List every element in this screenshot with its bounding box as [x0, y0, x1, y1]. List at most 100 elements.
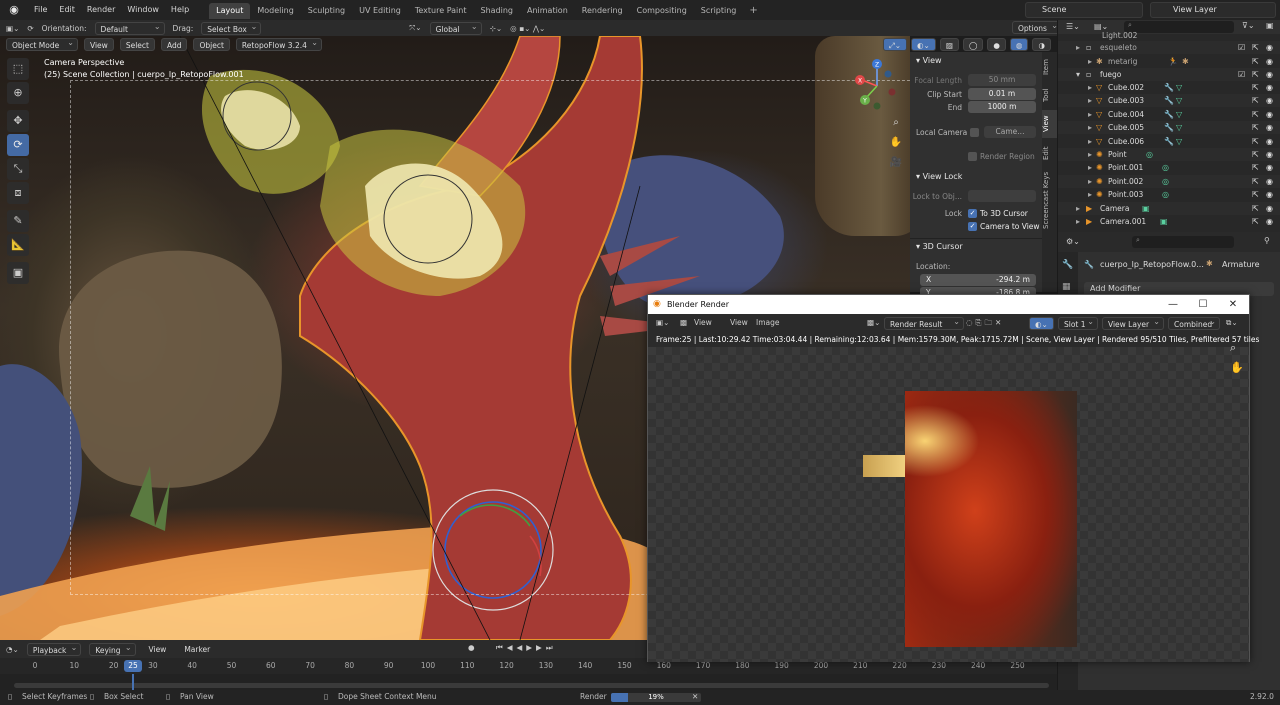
select-toggle-icon[interactable]: ⇱ — [1252, 148, 1259, 161]
menu-window[interactable]: Window — [121, 0, 165, 20]
outliner-row-esqueleto[interactable]: ▸ ▫ esqueleto ☑ ⇱ ◉ — [1058, 41, 1280, 54]
expand-arrow-icon[interactable]: ▸ — [1088, 135, 1092, 148]
image-editor-type-icon[interactable]: ▣⌄ — [656, 318, 669, 327]
workspace-tab-compositing[interactable]: Compositing — [630, 3, 694, 19]
navigation-gizmo[interactable]: Z X Y — [852, 58, 902, 110]
visibility-eye-icon[interactable]: ◉ — [1266, 175, 1273, 188]
render-view-menu[interactable]: View — [694, 318, 712, 327]
visibility-eye-icon[interactable]: ◉ — [1266, 135, 1273, 148]
transform-pivot-icon[interactable]: ⤧⌄ — [409, 23, 421, 33]
view-menu[interactable]: View — [730, 318, 748, 327]
measure-tool-icon[interactable]: 📐 — [7, 234, 29, 256]
image-actions-icon[interactable]: ◌⎘🗀✕ — [966, 317, 1004, 330]
annotate-tool-icon[interactable]: ✎ — [7, 210, 29, 232]
add-cube-tool-icon[interactable]: ▣ — [7, 262, 29, 284]
render-region-checkbox[interactable] — [968, 152, 977, 161]
retopoflow-menu[interactable]: RetopoFlow 3.2.4 — [235, 36, 322, 51]
visibility-eye-icon[interactable]: ◉ — [1266, 161, 1273, 174]
local-camera-field[interactable]: Came... — [984, 126, 1036, 138]
to-3d-cursor-checkbox[interactable]: ✓ — [968, 209, 977, 218]
mode-dropdown[interactable]: Object Mode — [6, 36, 78, 51]
select-toggle-icon[interactable]: ⇱ — [1252, 55, 1259, 68]
select-box-tool-icon[interactable]: ⬚ — [7, 58, 29, 80]
outliner-row-cube005[interactable]: ▸ ▽ Cube.005 🔧 ▽ ⇱ ◉ — [1058, 121, 1280, 134]
workspace-tab-animation[interactable]: Animation — [520, 3, 575, 19]
tab-item[interactable]: Item — [1042, 56, 1057, 78]
tab-edit[interactable]: Edit — [1042, 142, 1057, 164]
select-toggle-icon[interactable]: ⇱ — [1252, 215, 1259, 228]
image-menu[interactable]: Image — [756, 318, 780, 327]
visibility-eye-icon[interactable]: ◉ — [1266, 68, 1273, 81]
render-result-field[interactable]: Render Result — [884, 315, 964, 330]
tool-props-icon[interactable]: 🔧 — [1062, 260, 1073, 270]
timeline-body[interactable] — [0, 674, 1057, 690]
outliner-row-point003[interactable]: ▸ ✺ Point.003 ◎ ⇱ ◉ — [1058, 188, 1280, 201]
pass-dropdown[interactable]: Combined — [1168, 315, 1220, 330]
properties-search-input[interactable]: ⌕ — [1132, 236, 1234, 248]
outliner-row-point001[interactable]: ▸ ✺ Point.001 ◎ ⇱ ◉ — [1058, 161, 1280, 174]
orientation-dropdown[interactable]: Default — [94, 20, 165, 35]
select-toggle-icon[interactable]: ⇱ — [1252, 41, 1259, 54]
cancel-render-icon[interactable]: ✕ — [692, 692, 698, 701]
expand-arrow-icon[interactable]: ▸ — [1088, 188, 1092, 201]
select-toggle-icon[interactable]: ⇱ — [1252, 121, 1259, 134]
render-canvas[interactable]: ⌕ ✋ — [648, 341, 1249, 662]
add-menu[interactable]: Add — [160, 37, 188, 51]
display-channels-icon[interactable]: ◐⌄ — [1029, 317, 1054, 330]
pin-icon[interactable]: ⚲ — [1264, 236, 1270, 245]
clip-end-field[interactable]: 1000 m — [968, 101, 1036, 113]
blender-logo-icon[interactable]: ◉ — [6, 2, 22, 18]
keying-menu[interactable]: Keying — [89, 641, 136, 656]
timeline-editor-icon[interactable]: ◔⌄ — [6, 645, 19, 654]
select-menu[interactable]: Select — [119, 37, 155, 51]
visibility-eye-icon[interactable]: ◉ — [1266, 108, 1273, 121]
rendered-shading-icon[interactable]: ◑ — [1032, 37, 1051, 51]
expand-arrow-icon[interactable]: ▸ — [1076, 215, 1080, 228]
zoom-icon[interactable]: ⌕ — [889, 116, 903, 130]
select-toggle-icon[interactable]: ⇱ — [1252, 188, 1259, 201]
outliner-row-camera[interactable]: ▸ ▶ Camera ▣ ⇱ ◉ — [1058, 202, 1280, 215]
exclude-checkbox-icon[interactable]: ☑ — [1238, 41, 1245, 54]
workspace-tab-layout[interactable]: Layout — [209, 3, 251, 19]
outliner-row-point[interactable]: ▸ ✺ Point ◎ ⇱ ◉ — [1058, 148, 1280, 161]
workspace-tab-sculpting[interactable]: Sculpting — [301, 3, 352, 19]
pan-hand-icon[interactable]: ✋ — [889, 136, 903, 150]
expand-arrow-icon[interactable]: ▸ — [1088, 161, 1092, 174]
solid-shading-icon[interactable]: ● — [987, 37, 1006, 51]
cursor-x-field[interactable]: X -294.2 m — [920, 274, 1036, 286]
zoom-icon[interactable]: ⌕ — [1230, 341, 1236, 355]
cursor-tool-icon[interactable]: ⊕ — [7, 82, 29, 104]
scale-tool-icon[interactable]: ⤡ — [7, 158, 29, 180]
workspace-tab-uv-editing[interactable]: UV Editing — [352, 3, 408, 19]
render-props-icon[interactable]: ▦ — [1062, 282, 1071, 292]
outliner-row-camera001[interactable]: ▸ ▶ Camera.001 ▣ ⇱ ◉ — [1058, 215, 1280, 228]
maximize-icon[interactable]: ☐ — [1188, 295, 1218, 314]
properties-editor-icon[interactable]: ⚙⌄ — [1066, 237, 1080, 246]
collapse-arrow-icon[interactable]: ▾ — [1076, 68, 1080, 81]
workspace-tab-rendering[interactable]: Rendering — [575, 3, 630, 19]
view-menu[interactable]: View — [84, 37, 114, 51]
view-layer-dropdown[interactable]: View Layer — [1102, 315, 1164, 330]
drag-dropdown[interactable]: Select Box — [201, 20, 262, 35]
visibility-eye-icon[interactable]: ◉ — [1266, 41, 1273, 54]
outliner-row-metarig[interactable]: ▸ ✱ metarig 🏃 ✱ ⇱ ◉ — [1058, 55, 1280, 68]
expand-arrow-icon[interactable]: ▸ — [1088, 148, 1092, 161]
scene-selector[interactable]: Scene — [1025, 2, 1143, 18]
lock-to-object-field[interactable] — [968, 190, 1036, 202]
xray-icon[interactable]: ▨ — [939, 37, 959, 51]
visibility-eye-icon[interactable]: ◉ — [1266, 188, 1273, 201]
select-toggle-icon[interactable]: ⇱ — [1252, 68, 1259, 81]
menu-render[interactable]: Render — [81, 0, 121, 20]
workspace-tab-modeling[interactable]: Modeling — [250, 3, 300, 19]
workspace-tab-texture-paint[interactable]: Texture Paint — [408, 3, 474, 19]
visibility-eye-icon[interactable]: ◉ — [1266, 94, 1273, 107]
select-toggle-icon[interactable]: ⇱ — [1252, 175, 1259, 188]
menu-file[interactable]: File — [28, 0, 53, 20]
expand-arrow-icon[interactable]: ▸ — [1076, 202, 1080, 215]
render-window-titlebar[interactable]: ◉ Blender Render — ☐ ✕ — [648, 295, 1249, 314]
expand-arrow-icon[interactable]: ▸ — [1088, 55, 1092, 68]
expand-arrow-icon[interactable]: ▸ — [1088, 175, 1092, 188]
visibility-eye-icon[interactable]: ◉ — [1266, 121, 1273, 134]
view-lock-header[interactable]: ▾ View Lock — [916, 172, 962, 181]
workspace-tab-scripting[interactable]: Scripting — [694, 3, 744, 19]
